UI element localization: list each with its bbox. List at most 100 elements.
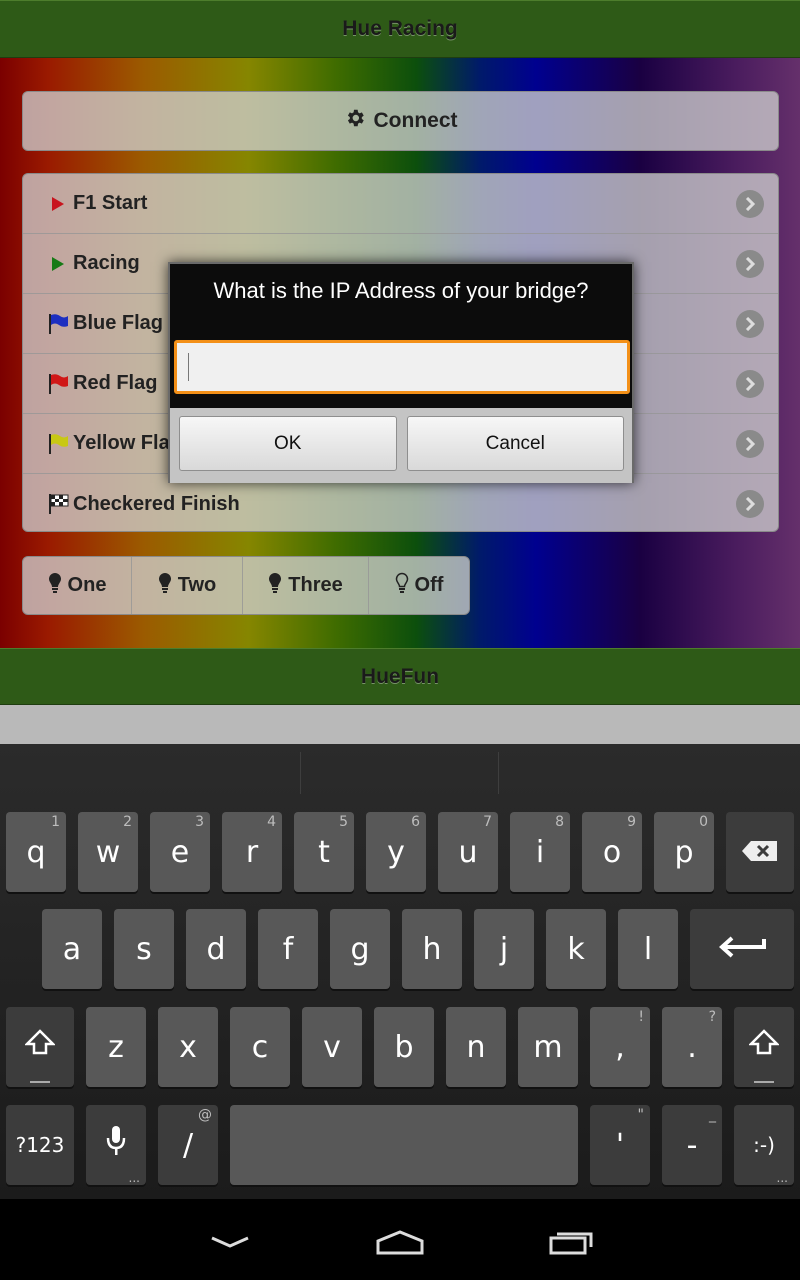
light-selector: One Two Three Off	[22, 556, 470, 615]
triangle-right-icon	[47, 253, 69, 275]
shift-key-right[interactable]	[734, 1007, 794, 1087]
key-r[interactable]: r4	[222, 812, 282, 892]
key-t[interactable]: t5	[294, 812, 354, 892]
text-caret	[188, 353, 189, 381]
key-z[interactable]: z	[86, 1007, 146, 1087]
content-strip	[0, 705, 800, 744]
recent-apps-button[interactable]	[532, 1219, 612, 1269]
list-item-label: Yellow Flag	[73, 432, 182, 454]
key-x[interactable]: x	[158, 1007, 218, 1087]
chevron-down-icon	[210, 1234, 250, 1255]
footer-title-bar: HueFun	[0, 648, 800, 705]
triangle-right-icon	[47, 193, 69, 215]
key-j[interactable]: j	[474, 909, 534, 989]
light-button-off[interactable]: Off	[369, 557, 469, 614]
key-l[interactable]: l	[618, 909, 678, 989]
checkered-flag-icon	[47, 493, 69, 515]
key-e[interactable]: e3	[150, 812, 210, 892]
ok-button[interactable]: OK	[179, 416, 397, 471]
chevron-right-icon	[736, 310, 764, 338]
symbols-key[interactable]: ?123	[6, 1105, 74, 1185]
home-button[interactable]	[360, 1219, 440, 1269]
voice-input-key[interactable]: ...	[86, 1105, 146, 1185]
backspace-key[interactable]	[726, 812, 794, 892]
space-bar[interactable]	[230, 1105, 578, 1185]
gear-icon	[344, 107, 366, 135]
microphone-icon	[105, 1125, 127, 1165]
shift-arrow-icon	[747, 1029, 781, 1065]
ip-address-input[interactable]	[174, 340, 630, 394]
key-period[interactable]: .?	[662, 1007, 722, 1087]
app-title-bar: Hue Racing	[0, 0, 800, 58]
chevron-right-icon	[736, 370, 764, 398]
key-u[interactable]: u7	[438, 812, 498, 892]
list-item-label: Blue Flag	[73, 312, 164, 334]
key-a[interactable]: a	[42, 909, 102, 989]
flag-icon	[47, 313, 69, 335]
key-i[interactable]: i8	[510, 812, 570, 892]
backspace-icon	[741, 835, 779, 870]
light-label: Off	[414, 574, 444, 596]
key-n[interactable]: n	[446, 1007, 506, 1087]
suggestion-strip	[0, 744, 800, 800]
back-button[interactable]	[190, 1219, 270, 1269]
bulb-icon	[48, 572, 62, 600]
chevron-right-icon	[736, 490, 764, 518]
light-label: Three	[288, 574, 343, 596]
home-icon	[375, 1229, 425, 1260]
bulb-icon	[158, 572, 172, 600]
light-label: One	[67, 574, 107, 596]
light-button-one[interactable]: One	[23, 557, 132, 614]
light-button-three[interactable]: Three	[243, 557, 369, 614]
list-item-label: Checkered Finish	[73, 492, 240, 515]
key-c[interactable]: c	[230, 1007, 290, 1087]
key-k[interactable]: k	[546, 909, 606, 989]
light-label: Two	[177, 574, 217, 596]
key-y[interactable]: y6	[366, 812, 426, 892]
chevron-right-icon	[736, 250, 764, 278]
key-slash[interactable]: / @	[158, 1105, 218, 1185]
connect-label: Connect	[373, 109, 458, 132]
enter-key[interactable]	[690, 909, 794, 989]
key-apostrophe[interactable]: ' "	[590, 1105, 650, 1185]
list-item-f1-start[interactable]: F1 Start	[23, 174, 778, 234]
key-b[interactable]: b	[374, 1007, 434, 1087]
chevron-right-icon	[736, 430, 764, 458]
light-button-two[interactable]: Two	[132, 557, 243, 614]
flag-icon	[47, 373, 69, 395]
key-dash[interactable]: - _	[662, 1105, 722, 1185]
enter-arrow-icon	[718, 932, 766, 967]
ip-address-dialog: What is the IP Address of your bridge? O…	[168, 262, 634, 483]
list-item-label: Red Flag	[73, 372, 158, 394]
smiley-key[interactable]: :-)...	[734, 1105, 794, 1185]
key-f[interactable]: f	[258, 909, 318, 989]
key-g[interactable]: g	[330, 909, 390, 989]
key-w[interactable]: w2	[78, 812, 138, 892]
key-v[interactable]: v	[302, 1007, 362, 1087]
dialog-button-bar: OK Cancel	[170, 408, 632, 483]
key-comma[interactable]: ,!	[590, 1007, 650, 1087]
key-p[interactable]: p0	[654, 812, 714, 892]
shift-key-left[interactable]	[6, 1007, 74, 1087]
bulb-outline-icon	[395, 572, 409, 600]
soft-keyboard: q1 w2 e3 r4 t5 y6 u7 i8 o9 p0 a s d f g …	[0, 744, 800, 1199]
key-h[interactable]: h	[402, 909, 462, 989]
chevron-right-icon	[736, 190, 764, 218]
shift-arrow-icon	[23, 1029, 57, 1065]
key-s[interactable]: s	[114, 909, 174, 989]
cancel-button[interactable]: Cancel	[406, 416, 624, 471]
flag-icon	[47, 433, 69, 455]
recent-apps-icon	[549, 1229, 595, 1260]
footer-title: HueFun	[360, 664, 440, 688]
list-item-label: F1 Start	[73, 192, 148, 214]
connect-button[interactable]: Connect	[22, 91, 779, 151]
key-m[interactable]: m	[518, 1007, 578, 1087]
key-q[interactable]: q1	[6, 812, 66, 892]
key-d[interactable]: d	[186, 909, 246, 989]
list-item-label: Racing	[73, 252, 140, 274]
app-title: Hue Racing	[342, 17, 458, 40]
dialog-title: What is the IP Address of your bridge?	[213, 278, 589, 303]
bulb-icon	[268, 572, 282, 600]
system-nav-bar	[0, 1199, 800, 1280]
key-o[interactable]: o9	[582, 812, 642, 892]
